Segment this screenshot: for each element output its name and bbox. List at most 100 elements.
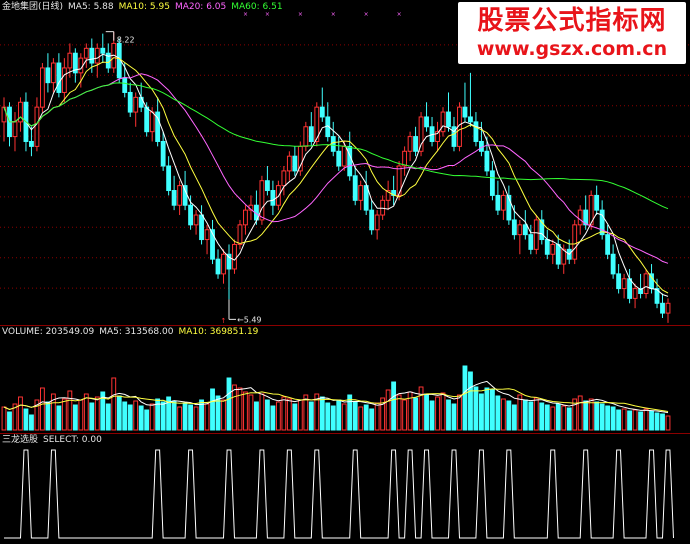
candle-up [18, 101, 23, 123]
volume-bar-down [627, 410, 633, 431]
volume-bar-down [649, 410, 654, 431]
candle-down [627, 278, 633, 299]
volume-bar-down [528, 401, 534, 431]
volume-bar-up [374, 402, 380, 431]
candle-down [199, 214, 204, 241]
candle-up [500, 194, 506, 211]
volume-bar-up [243, 391, 248, 431]
volume-bar-up [396, 394, 402, 431]
candle-up [303, 126, 309, 147]
candle-down [319, 106, 325, 118]
volume-bar-up [517, 394, 523, 431]
candle-down [468, 116, 473, 123]
volume-bar-down [29, 414, 34, 431]
volume-bar-up [39, 387, 45, 431]
volume-bar-up [221, 399, 226, 431]
candle-down [89, 47, 95, 64]
volume-header: VOLUME: 203549.09 MA5: 313568.00 MA10: 369… [2, 327, 263, 338]
stock-chart: 8.22←5.49 ×××××××××× ↑ [0, 11, 690, 539]
candle-down [610, 253, 616, 275]
volume-bar-down [23, 408, 29, 431]
volume-bar-down [446, 399, 451, 431]
volume-bar-up [358, 406, 364, 431]
candle-down [270, 190, 276, 206]
volume-bar-down [605, 405, 611, 431]
candle-up [204, 229, 210, 241]
volume-bar-down [56, 405, 62, 431]
candle-up [61, 67, 67, 93]
volume-bar-down [122, 401, 128, 431]
volume-bar-down [319, 396, 325, 431]
volume-bar-down [522, 399, 528, 431]
candle-up [83, 47, 89, 59]
candle-up [78, 57, 84, 74]
volume-bar-down [226, 377, 232, 431]
volume-bar-down [511, 404, 517, 431]
volume-bar-down [462, 365, 468, 431]
volume-bar-up [385, 389, 391, 431]
candle-down [264, 180, 270, 192]
volume-bar-up [500, 398, 506, 431]
candle-up [34, 106, 40, 147]
candle-down [555, 243, 561, 265]
volume-bar-down [171, 400, 177, 431]
volume-bar-down [308, 401, 314, 431]
candle-down [511, 219, 517, 236]
candle-up [297, 145, 303, 172]
volume-bar-down [72, 404, 78, 431]
candle-down [347, 145, 353, 177]
volume-bar-down [594, 401, 600, 431]
candle-down [29, 140, 34, 147]
volume-bar-down [330, 405, 336, 431]
candle-down [45, 67, 51, 84]
volume-bar-up [248, 394, 254, 431]
volume-ma10-value: MA10: 369851.19 [178, 327, 259, 337]
signal-marker: × [397, 11, 402, 18]
candle-down [166, 165, 172, 192]
candle-down [413, 136, 418, 152]
ma60-line [3, 82, 669, 210]
volume-bar-down [292, 403, 298, 431]
candle-down [544, 239, 550, 255]
volume-bar-down [539, 402, 545, 431]
volume-bar-down [495, 395, 501, 431]
candle-down [594, 194, 600, 211]
candle-up [572, 224, 578, 260]
volume-bar-up [94, 396, 100, 431]
volume-bar-up [341, 403, 347, 431]
candle-down [308, 126, 314, 142]
moving-average-lines [3, 53, 669, 297]
volume-bar-up [275, 401, 281, 431]
candle-down [424, 116, 429, 128]
watermark-url: www.gszx.com.cn [476, 38, 668, 60]
volume-bar-up [204, 403, 210, 431]
ma5-value: MA5: 5.88 [68, 2, 114, 12]
volume-bar-up [435, 396, 440, 431]
volume-bar-up [286, 398, 292, 431]
volume-bar-down [138, 405, 144, 431]
candle-up [517, 224, 523, 236]
candle-up [193, 214, 199, 226]
volume-bar-down [555, 403, 561, 431]
candle-down [352, 175, 358, 201]
candle-down [56, 62, 62, 93]
volume-bar-down [45, 401, 51, 431]
candle-down [122, 77, 128, 93]
ma20-line [3, 73, 669, 264]
volume-bar-up [232, 384, 237, 431]
volume-bar-up [149, 403, 155, 431]
volume-bar-down [391, 381, 397, 431]
candle-up [39, 67, 45, 108]
low-price-label: ←5.49 [237, 315, 262, 324]
ma20-value: MA20: 6.05 [174, 2, 227, 12]
candle-up [418, 116, 424, 152]
volume-bar-up [67, 390, 73, 431]
indicator-name: 三龙选股 [2, 435, 39, 445]
volume-bar-down [506, 400, 512, 431]
candle-up [12, 121, 18, 138]
volume-bar-down [429, 400, 435, 431]
volume-bar-up [281, 396, 287, 431]
candle-up [380, 199, 386, 216]
buy-marker: ↑ [221, 317, 227, 325]
candle-down [138, 96, 144, 108]
